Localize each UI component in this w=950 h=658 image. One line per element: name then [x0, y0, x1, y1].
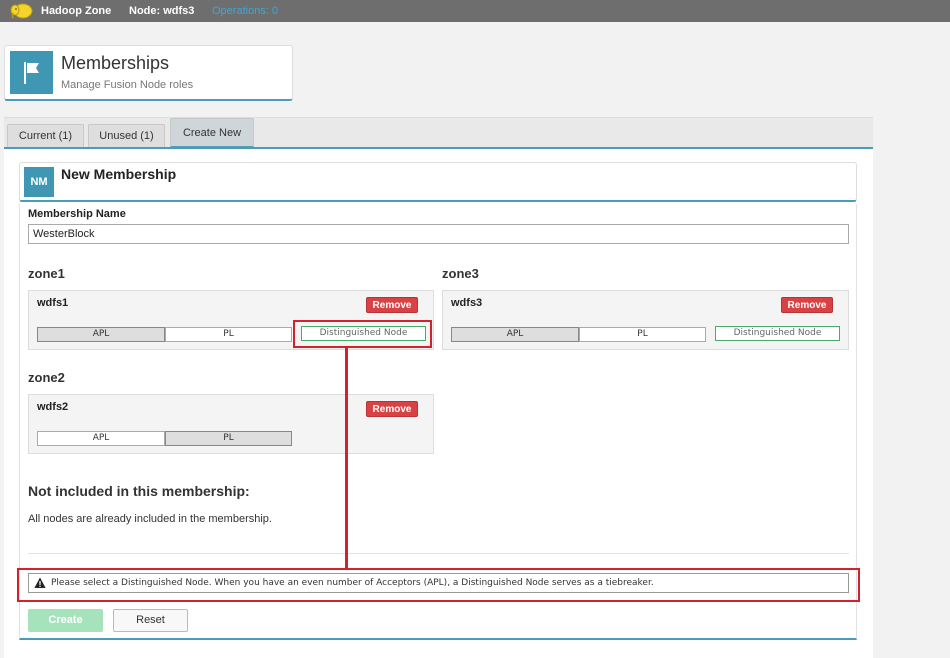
zone3-title: zone3 [442, 266, 479, 281]
hadoop-elephant-icon [10, 2, 34, 20]
reset-button[interactable]: Reset [113, 609, 188, 632]
operations-link[interactable]: Operations: 0 [212, 5, 278, 17]
membership-name-label: Membership Name [28, 208, 126, 220]
membership-name-input[interactable] [28, 224, 849, 244]
role-pl-wdfs3[interactable]: PL [579, 327, 706, 342]
role-pl-wdfs2[interactable]: PL [165, 431, 292, 446]
new-membership-title: New Membership [61, 166, 177, 182]
node-name-wdfs3: wdfs3 [451, 297, 483, 309]
page-title: Memberships [61, 53, 170, 73]
tab-bar: Current (1) Unused (1) Create New [4, 117, 873, 148]
remove-wdfs2-button[interactable]: Remove [366, 401, 418, 417]
role-pl-wdfs1[interactable]: PL [165, 327, 292, 342]
page-subtitle: Manage Fusion Node roles [61, 79, 194, 91]
role-apl-wdfs2[interactable]: APL [37, 431, 165, 446]
divider [28, 553, 849, 554]
annotation-connector-line [345, 348, 348, 570]
not-included-text: All nodes are already included in the me… [28, 513, 272, 525]
node-name-wdfs1: wdfs1 [37, 297, 69, 309]
new-membership-header: NM New Membership [19, 162, 857, 202]
node-name: Node: wdfs3 [129, 5, 195, 17]
role-apl-wdfs1[interactable]: APL [37, 327, 165, 342]
annotation-box-warning [17, 568, 860, 602]
role-distinguished-wdfs3[interactable]: Distinguished Node [715, 326, 840, 341]
tab-create-new[interactable]: Create New [170, 118, 254, 148]
annotation-box-distinguished-node [293, 320, 432, 348]
nm-badge: NM [24, 167, 54, 197]
zone-name[interactable]: Hadoop Zone [41, 5, 111, 17]
role-apl-wdfs3[interactable]: APL [451, 327, 579, 342]
page-header: Memberships Manage Fusion Node roles [4, 45, 293, 101]
zone2-title: zone2 [28, 370, 65, 385]
not-included-title: Not included in this membership: [28, 483, 250, 499]
tab-unused[interactable]: Unused (1) [88, 124, 165, 148]
tab-current[interactable]: Current (1) [7, 124, 84, 148]
remove-wdfs1-button[interactable]: Remove [366, 297, 418, 313]
create-button[interactable]: Create [28, 609, 103, 632]
flag-icon [10, 51, 53, 94]
remove-wdfs3-button[interactable]: Remove [781, 297, 833, 313]
node-name-wdfs2: wdfs2 [37, 401, 69, 413]
zone1-title: zone1 [28, 266, 65, 281]
top-bar: Hadoop Zone Node: wdfs3 Operations: 0 [0, 0, 950, 22]
